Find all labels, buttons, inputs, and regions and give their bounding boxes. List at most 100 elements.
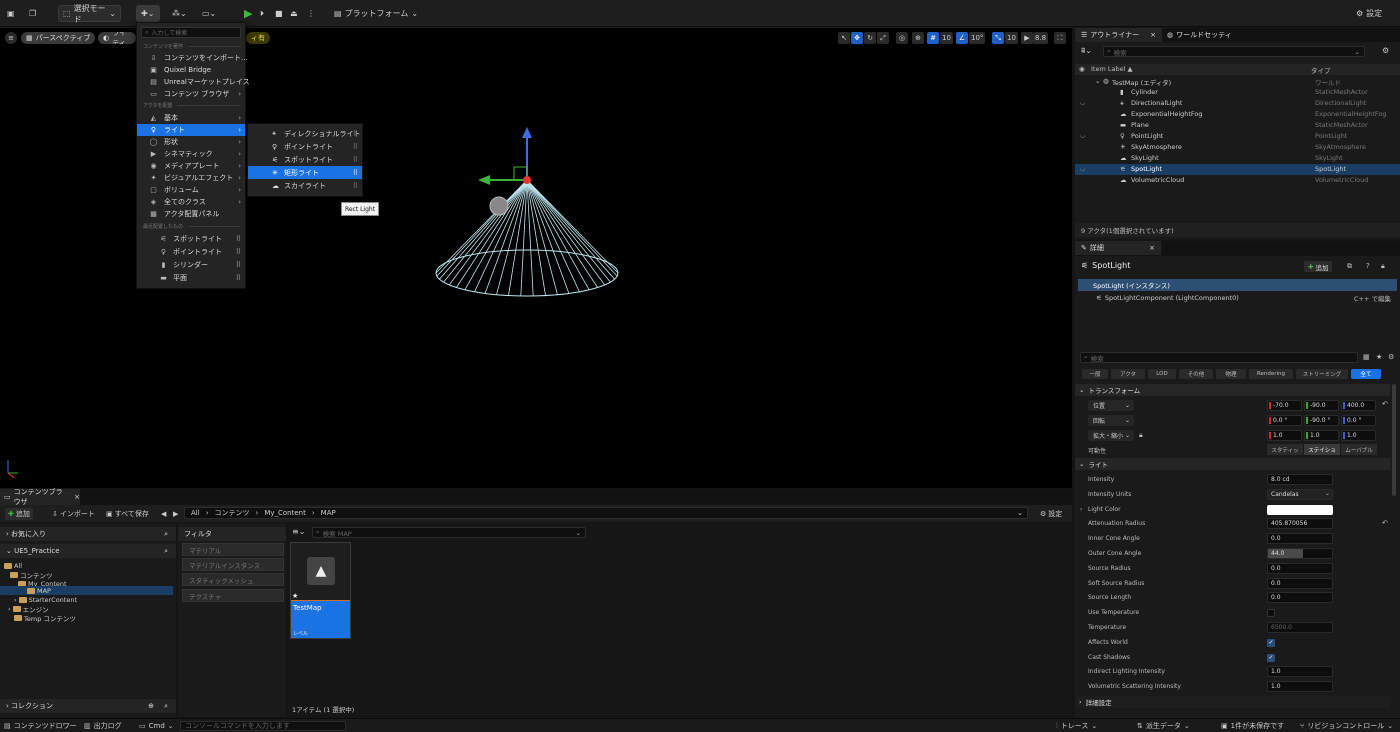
outliner-row[interactable]: ☁ VolumetricCloud VolumetricCloud xyxy=(1075,175,1400,186)
source-radius-field[interactable]: 0.0 xyxy=(1267,562,1333,574)
asset-tile-testmap[interactable]: ▲ ★ TestMap レベル xyxy=(290,542,351,639)
chevron-down-icon[interactable]: ⌄ xyxy=(1017,509,1023,517)
details-tab-general[interactable]: 一般 xyxy=(1082,369,1108,379)
menu-item-basic[interactable]: ◭ 基本 › xyxy=(137,112,245,124)
forward-icon[interactable]: ▶ xyxy=(170,508,181,520)
chevron-down-icon[interactable]: ⌄ xyxy=(1095,77,1100,85)
menu-item-place-actors-panel[interactable]: ▦ アクタ配置パネル xyxy=(137,208,245,220)
location-y[interactable]: -90.0 xyxy=(1304,400,1339,411)
collections-header[interactable]: › コレクション ⊕ ⌕ xyxy=(0,699,176,713)
content-browser-tab[interactable]: ▭ コンテンツブラウザ × xyxy=(0,488,80,506)
add-actor-button[interactable]: ✚⌄ xyxy=(136,5,160,22)
search-icon[interactable]: ⌕ xyxy=(164,547,168,556)
menu-item-visual-effects[interactable]: ✦ ビジュアルエフェクト › xyxy=(137,172,245,184)
tab-world-settings[interactable]: ◍ ワールドセッティ xyxy=(1161,28,1238,42)
scale-z[interactable]: 1.0 xyxy=(1341,430,1376,441)
details-tab-physics[interactable]: 物理 xyxy=(1216,369,1246,379)
details-tab-actor[interactable]: アクタ xyxy=(1111,369,1145,379)
breadcrumb-all[interactable]: All xyxy=(191,509,200,517)
rotation-z[interactable]: 0.0 ° xyxy=(1341,415,1376,426)
cmd-dropdown[interactable]: ▭ Cmd ⌄ xyxy=(139,721,174,731)
filter-static-mesh[interactable]: スタティックメッシュ xyxy=(182,573,284,586)
inner-cone-angle-field[interactable]: 0.0 xyxy=(1267,533,1333,545)
filter-texture[interactable]: テクスチャ xyxy=(182,589,284,602)
menu-item-recent-cylinder[interactable]: ▮ シリンダー ⠿ xyxy=(137,259,245,271)
breadcrumb-map[interactable]: MAP xyxy=(321,509,336,517)
asset-search-input[interactable]: ⌕ 検索 MAP ⌄ xyxy=(312,527,586,538)
visibility-eye-icon[interactable]: ◡ xyxy=(1080,99,1085,106)
col-type[interactable]: タイプ xyxy=(1311,65,1331,75)
cinematics-icon[interactable]: ▭⌄ xyxy=(198,5,220,22)
blueprint-icon[interactable]: ⧉ xyxy=(1347,262,1352,271)
cast-shadows-checkbox[interactable]: ✓ xyxy=(1267,653,1275,662)
indirect-lighting-intensity-field[interactable]: 1.0 xyxy=(1267,666,1333,678)
breadcrumb-my-content[interactable]: My_Content xyxy=(264,509,306,517)
back-icon[interactable]: ◀ xyxy=(158,508,169,520)
outliner-row[interactable]: ☁ ExponentialHeightFog ExponentialHeightFo… xyxy=(1075,109,1400,120)
console-input[interactable]: コンソールコマンドを入力します xyxy=(180,721,346,731)
tab-details[interactable]: ✎ 詳細 × xyxy=(1075,241,1161,255)
blueprint-icon[interactable]: ⁂⌄ xyxy=(168,5,191,22)
settings-icon[interactable]: ⚙ xyxy=(1382,46,1389,55)
menu-item-recent-spotlight[interactable]: ⚟ スポットライト ⠿ xyxy=(137,233,245,245)
search-icon[interactable]: ⌕ xyxy=(164,530,168,539)
search-icon[interactable]: ⌕ xyxy=(164,702,168,711)
details-scrollbar[interactable] xyxy=(1392,384,1396,496)
outliner-row[interactable]: ▮ Cylinder StaticMeshActor xyxy=(1075,87,1400,98)
content-drawer-button[interactable]: ▤ コンテンツドロワー xyxy=(4,721,77,731)
spotlight-component-row[interactable]: ⚟ SpotLightComponent (LightComponent0) C… xyxy=(1078,292,1397,304)
outer-cone-angle-field[interactable]: 44.0 xyxy=(1267,548,1333,559)
stop-icon[interactable]: ■ xyxy=(271,5,287,22)
close-icon[interactable]: × xyxy=(1150,31,1156,39)
menu-item-marketplace[interactable]: ▤ Unrealマーケットプレイス xyxy=(137,76,249,88)
intensity-field[interactable]: 8.0 cd xyxy=(1267,474,1333,485)
browse-icon[interactable]: ❐ xyxy=(25,5,40,22)
gear-icon[interactable]: ⚙ xyxy=(1388,353,1394,361)
mobility-movable[interactable]: ムーバブル xyxy=(1341,444,1377,455)
filter-dropdown-icon[interactable]: ≡⌄ xyxy=(292,527,305,536)
affects-world-checkbox[interactable]: ✓ xyxy=(1267,638,1275,647)
volumetric-scattering-intensity-field[interactable]: 1.0 xyxy=(1267,681,1333,693)
menu-item-recent-pointlight[interactable]: ♀ ポイントライト ⠿ xyxy=(137,246,245,258)
menu-item-lights[interactable]: ♀ ライト › xyxy=(137,124,245,136)
menu-item-quixel-bridge[interactable]: ▣ Quixel Bridge xyxy=(137,64,245,76)
edit-cpp-link[interactable]: C++ で編集 xyxy=(1354,293,1391,303)
submenu-point-light[interactable]: ♀ ポイントライト ⠿ xyxy=(248,140,362,153)
intensity-units-field[interactable]: Candelas xyxy=(1267,488,1333,500)
col-item-label[interactable]: Item Label ▲ xyxy=(1091,65,1132,73)
menu-item-media-plate[interactable]: ◉ メディアプレート › xyxy=(137,160,245,172)
mobility-stationary[interactable]: ステイショ xyxy=(1304,444,1340,455)
more-options-icon[interactable]: ⋮ xyxy=(303,5,319,22)
location-z[interactable]: 400.0 xyxy=(1341,400,1376,411)
breadcrumb[interactable]: All › コンテンツ › My_Content › MAP ⌄ xyxy=(184,507,1028,519)
location-dropdown[interactable]: 位置 ⌄ xyxy=(1088,400,1134,411)
outliner-row[interactable]: ▬ Plane StaticMeshActor xyxy=(1075,120,1400,131)
outliner-row[interactable]: ☀ SkyAtmosphere SkyAtmosphere xyxy=(1075,142,1400,153)
eye-icon[interactable]: ◉ xyxy=(1079,65,1085,73)
filter-material-instance[interactable]: マテリアルインスタンス xyxy=(182,558,284,571)
submenu-directional-light[interactable]: ⚹ ディレクショナルライト ⠿ xyxy=(248,127,362,140)
details-tab-streaming[interactable]: ストリーミング xyxy=(1296,369,1348,379)
details-tab-all[interactable]: 全て xyxy=(1351,369,1381,379)
lock-icon[interactable]: 🔒︎ xyxy=(1139,431,1143,440)
reset-arrow-icon[interactable]: ↶ xyxy=(1382,519,1388,527)
tree-content[interactable]: コンテンツ xyxy=(10,570,53,580)
step-icon[interactable]: ⏵ xyxy=(256,5,268,22)
filter-material[interactable]: マテリアル xyxy=(182,543,284,556)
unsaved-button[interactable]: ▣ 1件が未保存です xyxy=(1221,721,1284,731)
details-tab-rendering[interactable]: Rendering xyxy=(1249,369,1293,379)
grid-view-icon[interactable]: ▦ xyxy=(1363,353,1370,361)
close-icon[interactable]: × xyxy=(1149,244,1155,252)
scale-x[interactable]: 1.0 xyxy=(1267,430,1302,441)
rotation-dropdown[interactable]: 回転 ⌄ xyxy=(1088,415,1134,426)
reset-arrow-icon[interactable]: ↶ xyxy=(1382,400,1388,408)
menu-item-recent-plane[interactable]: ▬ 平面 ⠿ xyxy=(137,272,245,284)
output-log-button[interactable]: ▥ 出力ログ xyxy=(84,721,122,731)
scale-y[interactable]: 1.0 xyxy=(1304,430,1339,441)
platform-button[interactable]: ▤ プラットフォーム ⌄ xyxy=(330,5,422,22)
favorite-star-icon[interactable]: ★ xyxy=(1376,353,1382,361)
details-tab-misc[interactable]: その他 xyxy=(1179,369,1213,379)
chevron-right-icon[interactable]: › xyxy=(1080,506,1082,513)
outliner-row[interactable]: ◡ ♀ PointLight PointLight xyxy=(1075,131,1400,142)
outliner-row[interactable]: ☁ SkyLight SkyLight xyxy=(1075,153,1400,164)
